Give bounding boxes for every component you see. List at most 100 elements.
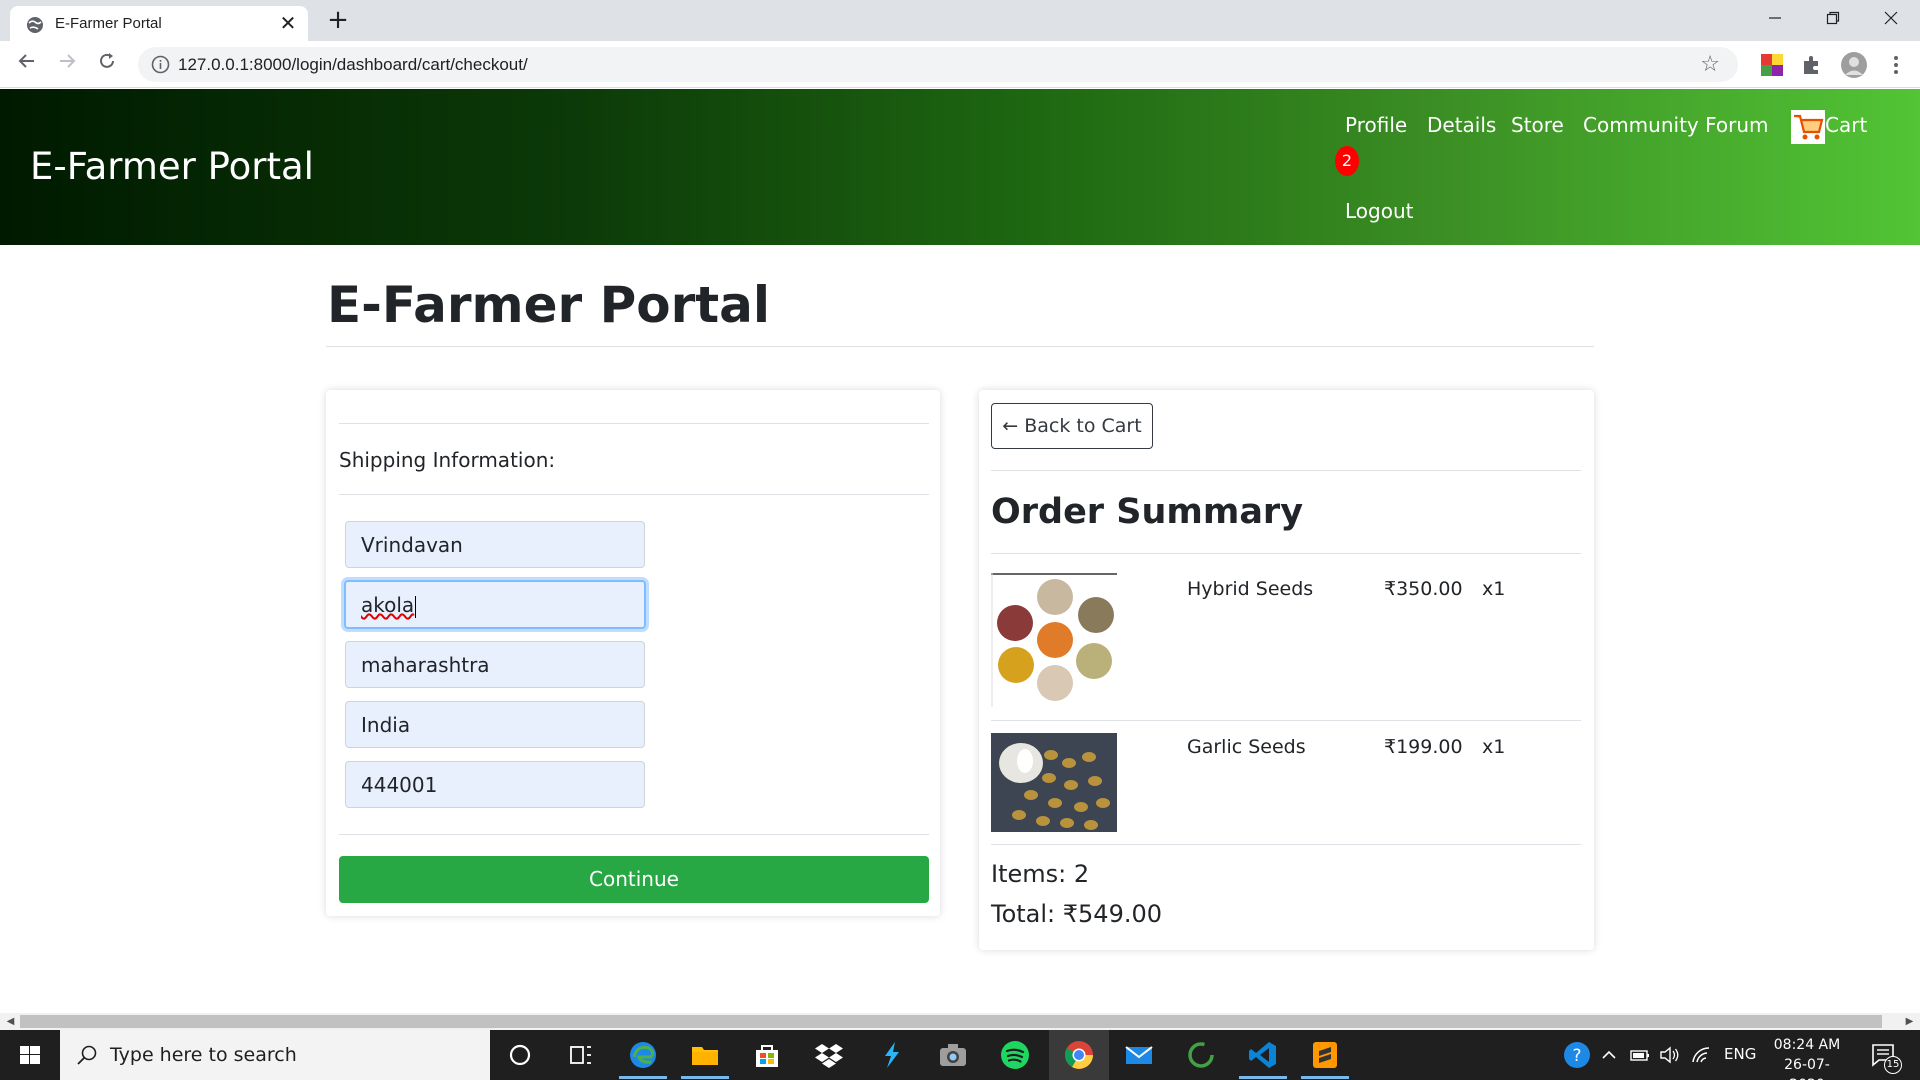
taskbar-active-indicator <box>1239 1076 1287 1079</box>
tab-close-icon[interactable]: ✕ <box>278 13 298 33</box>
windows-taskbar: Type here to search ? ENG 08:24 AM 26-07… <box>0 1030 1920 1080</box>
bookmark-star-icon[interactable]: ☆ <box>1700 52 1720 77</box>
city-field[interactable]: akola <box>344 580 646 629</box>
search-icon <box>77 1045 97 1065</box>
browser-tab[interactable]: E-Farmer Portal ✕ <box>10 6 308 41</box>
tab-title: E-Farmer Portal <box>55 15 162 32</box>
address-value: Vrindavan <box>361 533 463 557</box>
nav-community-forum[interactable]: Community Forum <box>1583 113 1769 137</box>
profile-avatar-icon[interactable] <box>1840 51 1868 79</box>
nav-details[interactable]: Details <box>1427 113 1496 137</box>
hybrid-seeds-image <box>991 573 1117 707</box>
order-summary-title: Order Summary <box>991 492 1304 532</box>
item-quantity: x1 <box>1482 736 1506 758</box>
zipcode-value: 444001 <box>361 773 438 797</box>
items-count: Items: 2 <box>991 860 1090 888</box>
clock-time: 08:24 AM <box>1773 1037 1841 1053</box>
text-caret <box>415 595 417 618</box>
city-value: akola <box>361 593 415 617</box>
cortana-icon[interactable] <box>504 1039 536 1071</box>
divider <box>991 720 1581 721</box>
item-name: Hybrid Seeds <box>1187 578 1314 600</box>
page-title: E-Farmer Portal <box>327 276 771 334</box>
site-header: E-Farmer Portal Profile Details Store Co… <box>0 89 1920 245</box>
wifi-icon[interactable] <box>1690 1045 1712 1065</box>
order-summary-card: ← Back to Cart Order Summary Hybrid Seed… <box>979 390 1594 950</box>
task-view-icon[interactable] <box>565 1039 597 1071</box>
back-arrow-icon[interactable] <box>13 50 41 78</box>
order-total: Total: ₹549.00 <box>991 900 1163 928</box>
address-field[interactable]: Vrindavan <box>345 521 645 568</box>
edge-icon[interactable] <box>627 1039 659 1071</box>
scrollbar-thumb[interactable] <box>20 1015 1882 1028</box>
item-price: ₹199.00 <box>1384 736 1463 758</box>
nav-logout[interactable]: Logout <box>1345 199 1413 223</box>
continue-button[interactable]: Continue <box>339 856 929 903</box>
battery-icon[interactable] <box>1630 1047 1650 1063</box>
country-field[interactable]: India <box>345 701 645 748</box>
vscode-icon[interactable] <box>1247 1039 1279 1071</box>
minimize-icon[interactable] <box>1752 4 1798 36</box>
spotify-icon[interactable] <box>999 1039 1031 1071</box>
divider <box>991 470 1581 471</box>
divider <box>991 844 1581 845</box>
chevron-up-icon[interactable] <box>1601 1047 1617 1063</box>
taskbar-active-indicator <box>681 1076 729 1079</box>
help-icon[interactable]: ? <box>1562 1040 1592 1070</box>
taskbar-active-indicator <box>1301 1076 1349 1079</box>
clock-date: 26-07-2020 <box>1784 1057 1830 1080</box>
divider <box>339 423 929 424</box>
cart-icon[interactable] <box>1791 110 1825 144</box>
extensions-puzzle-icon[interactable] <box>1800 53 1824 77</box>
svg-text:?: ? <box>1572 1046 1581 1066</box>
divider <box>339 494 929 495</box>
cart-count-badge: 2 <box>1335 146 1359 176</box>
reload-icon[interactable] <box>93 50 121 78</box>
file-explorer-icon[interactable] <box>689 1039 721 1071</box>
browser-tabstrip: E-Farmer Portal ✕ + <box>0 0 1920 41</box>
item-price: ₹350.00 <box>1384 578 1463 600</box>
shipping-form-card: Shipping Information: Vrindavan akola ma… <box>326 390 940 916</box>
volume-icon[interactable] <box>1659 1045 1681 1065</box>
quick-launch-icon[interactable] <box>875 1039 907 1071</box>
browser-toolbar: 127.0.0.1:8000/login/dashboard/cart/chec… <box>0 41 1920 88</box>
garlic-seeds-image <box>991 733 1117 832</box>
chrome-icon[interactable] <box>1063 1039 1095 1071</box>
horizontal-scrollbar[interactable]: ◀ ▶ <box>0 1013 1920 1030</box>
forward-arrow-icon[interactable] <box>53 50 81 78</box>
sync-app-icon[interactable] <box>1185 1039 1217 1071</box>
windows-start-icon[interactable] <box>0 1030 60 1080</box>
scroll-right-arrow-icon[interactable]: ▶ <box>1901 1013 1918 1030</box>
nav-store[interactable]: Store <box>1511 113 1564 137</box>
scroll-left-arrow-icon[interactable]: ◀ <box>2 1013 19 1030</box>
nav-cart[interactable]: Cart <box>1825 113 1867 137</box>
globe-icon <box>27 17 43 33</box>
divider <box>339 834 929 835</box>
zipcode-field[interactable]: 444001 <box>345 761 645 808</box>
system-clock[interactable]: 08:24 AM 26-07-2020 <box>1772 1035 1842 1080</box>
state-value: maharashtra <box>361 653 490 677</box>
mail-icon[interactable] <box>1123 1039 1155 1071</box>
dropbox-icon[interactable] <box>813 1039 845 1071</box>
new-tab-button[interactable]: + <box>324 6 352 34</box>
taskbar-active-indicator <box>619 1076 667 1079</box>
url-text[interactable]: 127.0.0.1:8000/login/dashboard/cart/chec… <box>178 55 528 75</box>
search-placeholder: Type here to search <box>110 1044 297 1066</box>
notification-count-badge: 15 <box>1884 1056 1902 1074</box>
browser-menu-icon[interactable] <box>1884 53 1908 77</box>
shipping-info-label: Shipping Information: <box>339 448 556 472</box>
nav-profile[interactable]: Profile <box>1345 113 1407 137</box>
taskbar-search-box[interactable]: Type here to search <box>60 1030 490 1080</box>
state-field[interactable]: maharashtra <box>345 641 645 688</box>
microsoft-store-icon[interactable] <box>751 1039 783 1071</box>
brand-logo-text[interactable]: E-Farmer Portal <box>30 145 314 188</box>
language-indicator[interactable]: ENG <box>1724 1045 1756 1063</box>
info-icon[interactable] <box>151 55 170 74</box>
camera-icon[interactable] <box>937 1039 969 1071</box>
restore-icon[interactable] <box>1810 4 1856 36</box>
sublime-text-icon[interactable] <box>1309 1039 1341 1071</box>
address-bar[interactable]: 127.0.0.1:8000/login/dashboard/cart/chec… <box>138 47 1738 82</box>
window-close-icon[interactable] <box>1868 4 1914 36</box>
back-to-cart-button[interactable]: ← Back to Cart <box>991 403 1153 449</box>
extension-colorful-icon[interactable] <box>1760 53 1784 77</box>
